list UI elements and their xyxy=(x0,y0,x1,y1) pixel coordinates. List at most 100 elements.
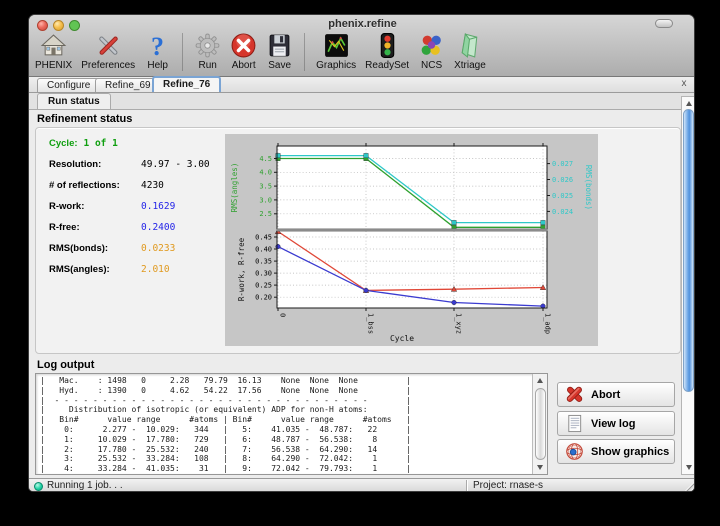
stat-cycle: Cycle:1 of 1 xyxy=(49,133,219,154)
refinement-chart-svg: 2.53.03.54.04.50.0240.0250.0260.0270.200… xyxy=(225,134,598,346)
run-gear-icon xyxy=(194,32,221,59)
svg-text:RMS(bonds): RMS(bonds) xyxy=(584,165,593,210)
scroll-up-icon[interactable] xyxy=(686,101,692,106)
svg-text:4.0: 4.0 xyxy=(259,169,272,177)
scroll-up-icon[interactable] xyxy=(537,378,543,383)
log-line: | 3: 25.532 - 33.284: 108 | 8: 64.290 - … xyxy=(40,454,531,464)
svg-text:0.20: 0.20 xyxy=(255,294,272,302)
status-text: Running 1 job. . . xyxy=(47,480,123,491)
log-line: | - - - - - - - - - - - - - - - - - - - … xyxy=(40,396,531,406)
toolbar-item-preferences[interactable]: Preferences xyxy=(81,32,135,71)
toolbar-separator xyxy=(304,33,305,71)
stat-rmsbonds: RMS(bonds):0.0233 xyxy=(49,238,219,259)
phenix-home-icon xyxy=(40,32,67,59)
toolbar-label: Xtriage xyxy=(454,60,486,71)
toolbar-item-xtriage[interactable]: Xtriage xyxy=(454,32,486,71)
phenix-refine-window: phenix.refine PHENIX Preferences xyxy=(28,14,695,492)
toolbar-toggle-button[interactable] xyxy=(655,19,673,28)
stat-rmsangles: RMS(angles):2.010 xyxy=(49,259,219,280)
view-log-button-label: View log xyxy=(591,418,635,430)
svg-text:3.5: 3.5 xyxy=(259,183,272,191)
toolbar-label: Run xyxy=(198,60,216,71)
toolbar-label: Graphics xyxy=(316,60,356,71)
svg-text:1_adp: 1_adp xyxy=(544,313,552,334)
log-line: | 4: 33.284 - 41.035: 31 | 9: 72.042 - 7… xyxy=(40,464,531,474)
log-line: | 2: 17.780 - 25.532: 240 | 7: 56.538 - … xyxy=(40,445,531,455)
scroll-down-icon[interactable] xyxy=(537,465,543,470)
stat-rwork: R-work:0.1629 xyxy=(49,196,219,217)
readyset-icon xyxy=(374,32,401,59)
refinement-chart: 2.53.03.54.04.50.0240.0250.0260.0270.200… xyxy=(225,134,598,346)
svg-text:0: 0 xyxy=(279,313,287,317)
toolbar-item-save[interactable]: Save xyxy=(266,32,293,71)
show-graphics-icon xyxy=(565,442,584,461)
log-output-textarea[interactable]: | Mac. : 1498 0 2.28 79.79 16.13 None No… xyxy=(35,373,548,475)
help-icon: ? xyxy=(144,32,171,59)
toolbar-item-abort[interactable]: Abort xyxy=(230,32,257,71)
window-title: phenix.refine xyxy=(29,18,695,30)
log-line: | Mac. : 1498 0 2.28 79.79 16.13 None No… xyxy=(40,376,531,386)
log-line: | 1: 10.029 - 17.780: 729 | 6: 48.787 - … xyxy=(40,435,531,445)
toolbar-item-help[interactable]: ? Help xyxy=(144,32,171,71)
show-graphics-button-label: Show graphics xyxy=(591,446,669,458)
refinement-status-heading: Refinement status xyxy=(37,113,132,125)
toolbar-item-graphics[interactable]: Graphics xyxy=(316,32,356,71)
tab-configure[interactable]: Configure xyxy=(37,78,100,92)
subtab-bar: Run status xyxy=(29,93,695,110)
svg-text:0.45: 0.45 xyxy=(255,233,272,241)
log-output-heading: Log output xyxy=(37,359,94,371)
toolbar-item-phenix[interactable]: PHENIX xyxy=(35,32,72,71)
stat-rfree: R-free:0.2400 xyxy=(49,217,219,238)
tab-refine-69[interactable]: Refine_69 xyxy=(95,78,161,92)
svg-text:4.5: 4.5 xyxy=(259,155,272,163)
log-line: | Bin# value range #atoms | Bin# value r… xyxy=(40,415,531,425)
tab-run-status[interactable]: Run status xyxy=(37,93,111,109)
status-bar-divider xyxy=(466,480,467,492)
main-scrollbar-thumb[interactable] xyxy=(683,109,694,392)
svg-text:0.35: 0.35 xyxy=(255,258,272,266)
toolbar-label: Preferences xyxy=(81,60,135,71)
toolbar-label: PHENIX xyxy=(35,60,72,71)
toolbar-item-ncs[interactable]: NCS xyxy=(418,32,445,71)
svg-text:0.40: 0.40 xyxy=(255,245,272,253)
svg-text:3.0: 3.0 xyxy=(259,196,272,204)
toolbar-separator xyxy=(182,33,183,71)
save-icon xyxy=(266,32,293,59)
svg-text:1_xyz: 1_xyz xyxy=(455,313,463,334)
view-log-button[interactable]: View log xyxy=(557,411,675,436)
abort-icon xyxy=(230,32,257,59)
svg-text:2.5: 2.5 xyxy=(259,210,272,218)
abort-x-icon xyxy=(565,385,584,404)
log-line: | 0: 2.277 - 10.029: 344 | 5: 41.035 - 4… xyxy=(40,425,531,435)
close-tab-icon[interactable]: x xyxy=(678,78,690,90)
svg-text:0.026: 0.026 xyxy=(552,176,573,184)
log-lines: | Mac. : 1498 0 2.28 79.79 16.13 None No… xyxy=(40,376,531,474)
toolbar-label: Abort xyxy=(232,60,256,71)
svg-text:0.025: 0.025 xyxy=(552,192,573,200)
scroll-down-icon[interactable] xyxy=(686,465,692,470)
resize-grip[interactable] xyxy=(683,480,695,492)
log-scrollbar[interactable] xyxy=(532,374,547,474)
project-label: Project: rnase-s xyxy=(473,480,543,491)
run-status-page: Refinement status Cycle:1 of 1Resolution… xyxy=(29,110,695,478)
tab-bar: Configure Refine_69 Refine_76 x xyxy=(29,77,695,93)
toolbar-label: NCS xyxy=(421,60,442,71)
svg-text:1_bss: 1_bss xyxy=(367,313,375,334)
log-line: | Distribution of isotropic (or equivale… xyxy=(40,405,531,415)
titlebar[interactable]: phenix.refine xyxy=(29,15,695,33)
show-graphics-button[interactable]: Show graphics xyxy=(557,439,675,464)
svg-text:?: ? xyxy=(151,32,164,59)
svg-text:R-work, R-free: R-work, R-free xyxy=(237,237,246,301)
log-line: | Hyd. : 1390 0 4.62 54.22 17.56 None No… xyxy=(40,386,531,396)
abort-button-label: Abort xyxy=(591,389,620,401)
abort-button[interactable]: Abort xyxy=(557,382,675,407)
svg-text:0.027: 0.027 xyxy=(552,160,573,168)
xtriage-icon xyxy=(456,32,483,59)
toolbar-label: Help xyxy=(147,60,168,71)
tab-refine-76[interactable]: Refine_76 xyxy=(152,76,221,92)
toolbar-item-readyset[interactable]: ReadySet xyxy=(365,32,409,71)
stat-#ofreflections: # of reflections:4230 xyxy=(49,175,219,196)
main-scrollbar[interactable] xyxy=(681,96,695,475)
toolbar-item-run[interactable]: Run xyxy=(194,32,221,71)
log-scrollbar-thumb[interactable] xyxy=(535,388,546,460)
